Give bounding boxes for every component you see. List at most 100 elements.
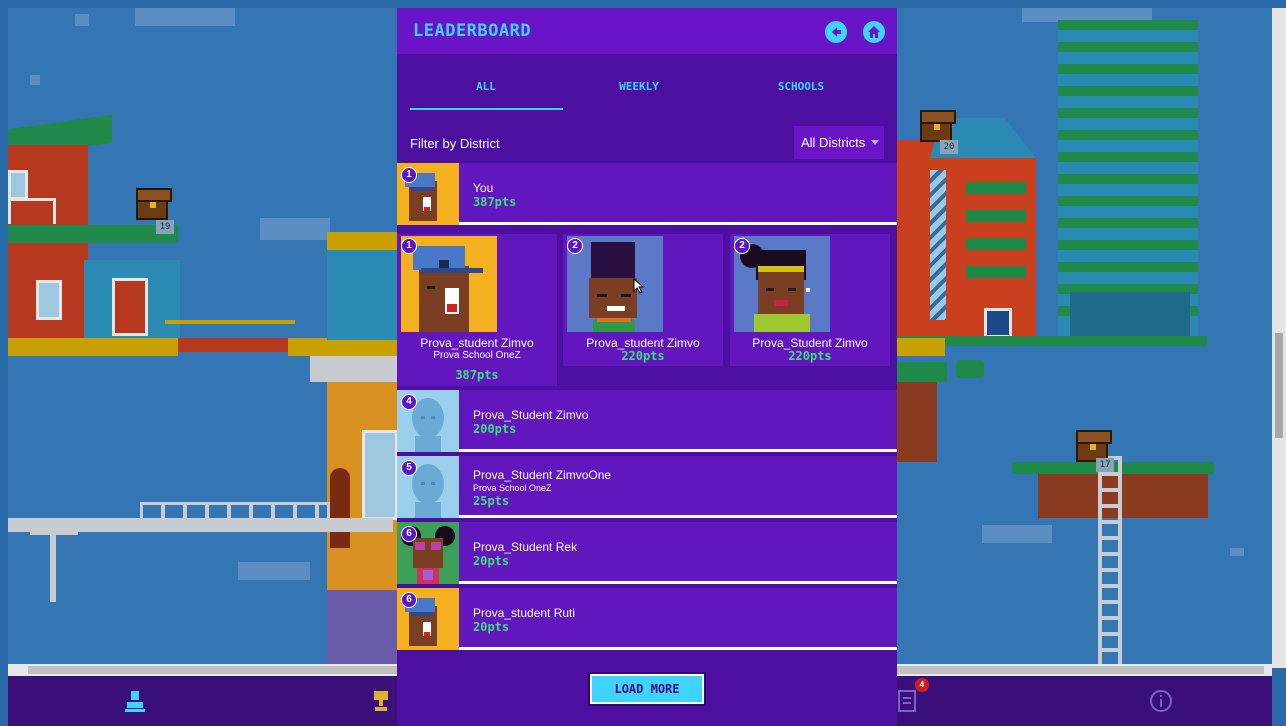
player-points: 387pts [455, 368, 499, 382]
cloud-block [982, 525, 1052, 543]
tower-door [330, 468, 350, 548]
cloud-block [1230, 548, 1244, 556]
profile-icon[interactable] [122, 688, 148, 714]
panel-header: LEADERBOARD [397, 8, 897, 54]
bridge-deck [8, 518, 393, 532]
balcony-railing [8, 198, 56, 224]
rank-badge: 4 [401, 394, 417, 410]
player-points: 220pts [788, 349, 832, 363]
tower-window [362, 430, 398, 520]
player-name: Prova_student Zimvo [420, 336, 534, 350]
treasure-chest-icon[interactable] [920, 110, 956, 142]
rank-badge: 2 [734, 238, 750, 254]
info-icon[interactable] [1148, 688, 1174, 714]
island-rock [1038, 474, 1208, 518]
player-points: 25pts [473, 494, 510, 508]
arrow-left-icon [832, 27, 841, 37]
leaderboard-tabs: ALL WEEKLY SCHOOLS [397, 54, 897, 112]
ground-strip [288, 338, 398, 356]
rank-badge: 5 [401, 460, 417, 476]
island-rock [897, 382, 937, 462]
mouse-cursor-icon [633, 278, 645, 294]
cloud-block [30, 75, 40, 85]
you-row[interactable]: 1 You 387pts [397, 163, 897, 225]
podium-card[interactable]: 2 Prova_student Zimvo 220pts [563, 234, 723, 366]
island-grass [897, 362, 947, 382]
leaderboard-row[interactable]: 6 Prova_student Ruti 20pts [397, 588, 897, 650]
trophy-icon[interactable] [368, 688, 394, 714]
player-name: You [473, 181, 494, 195]
cloud-block [75, 14, 89, 26]
building-window-strip [930, 170, 946, 320]
player-name: Prova_Student Zimvo [752, 336, 868, 350]
filter-label: Filter by District [410, 136, 500, 151]
treasure-chest-icon[interactable] [136, 188, 172, 220]
chest-count: 20 [940, 140, 958, 154]
back-button[interactable] [825, 21, 847, 43]
tab-all[interactable]: ALL [410, 80, 562, 93]
skyscraper-balconies [1058, 20, 1198, 320]
ground-strip [178, 338, 288, 352]
leaderboard-row[interactable]: 5 Prova_Student ZimvoOne Prova School On… [397, 456, 897, 518]
ground-strip [8, 338, 178, 356]
rank-badge: 2 [567, 238, 583, 254]
leaderboard-panel: LEADERBOARD ALL WEEKLY SCHOOLS Filter by… [397, 8, 897, 726]
tower-base [327, 590, 397, 670]
wooden-fence [165, 320, 295, 338]
caret-down-icon [871, 140, 879, 145]
active-tab-indicator [410, 108, 563, 110]
tasks-badge: 4 [915, 678, 929, 692]
chest-count: 19 [156, 220, 174, 234]
player-name: Prova_Student ZimvoOne [473, 468, 612, 482]
player-points: 387pts [473, 195, 517, 209]
player-school: Prova School OneZ [473, 483, 552, 493]
player-points: 20pts [473, 620, 510, 634]
building-shutters [966, 182, 1026, 292]
tower-wall [327, 250, 397, 340]
player-name: Prova_student Zimvo [586, 336, 700, 350]
red-door [112, 278, 148, 336]
cloud-block [238, 562, 310, 580]
tasks-icon[interactable] [894, 688, 920, 714]
house-window [36, 280, 62, 320]
home-icon [868, 26, 880, 38]
tab-weekly[interactable]: WEEKLY [563, 80, 715, 93]
building-door [984, 308, 1012, 338]
podium-card[interactable]: 2 Prova_Student Zimvo 220pts [730, 234, 890, 366]
panel-title: LEADERBOARD [413, 21, 532, 41]
green-ledge [8, 225, 178, 243]
rank-badge: 6 [401, 592, 417, 608]
player-name: Prova_Student Rek [473, 540, 578, 554]
cloud-block [260, 218, 330, 240]
player-school: Prova School OneZ [433, 350, 521, 361]
podium-card[interactable]: 1 Prova_student Zimvo Prova School OneZ … [397, 234, 557, 386]
rank-badge: 6 [401, 526, 417, 542]
tower-top [327, 232, 397, 250]
house-window [8, 170, 28, 200]
tower-ledge [310, 356, 398, 382]
cloud-block [135, 8, 235, 26]
player-points: 200pts [473, 422, 517, 436]
player-name: Prova_student Ruti [473, 606, 576, 620]
ground-strip [897, 338, 945, 356]
player-points: 20pts [473, 554, 510, 568]
load-more-button[interactable]: LOAD MORE [588, 672, 706, 706]
podium: 1 Prova_student Zimvo Prova School OneZ … [397, 232, 897, 390]
home-button[interactable] [863, 21, 885, 43]
bridge-railing [140, 502, 330, 518]
vertical-scrollbar[interactable] [1272, 8, 1286, 668]
player-name: Prova_Student Zimvo [473, 408, 589, 422]
ladder [1098, 456, 1122, 666]
leaderboard-row[interactable]: 4 Prova_Student Zimvo 200pts [397, 390, 897, 452]
district-filter-value: All Districts [801, 135, 866, 150]
leaderboard-row[interactable]: 6 Prova_Student Rek 20pts [397, 522, 897, 584]
rank-badge: 1 [401, 167, 417, 183]
skyscraper-lobby [1070, 292, 1190, 338]
chest-count: 17 [1096, 458, 1114, 472]
vertical-scroll-thumb[interactable] [1275, 333, 1283, 438]
bridge-pillar [50, 532, 56, 602]
tab-schools[interactable]: SCHOOLS [725, 80, 877, 93]
district-filter-select[interactable]: All Districts [794, 126, 884, 159]
rank-badge: 1 [401, 238, 417, 254]
player-points: 220pts [621, 349, 665, 363]
